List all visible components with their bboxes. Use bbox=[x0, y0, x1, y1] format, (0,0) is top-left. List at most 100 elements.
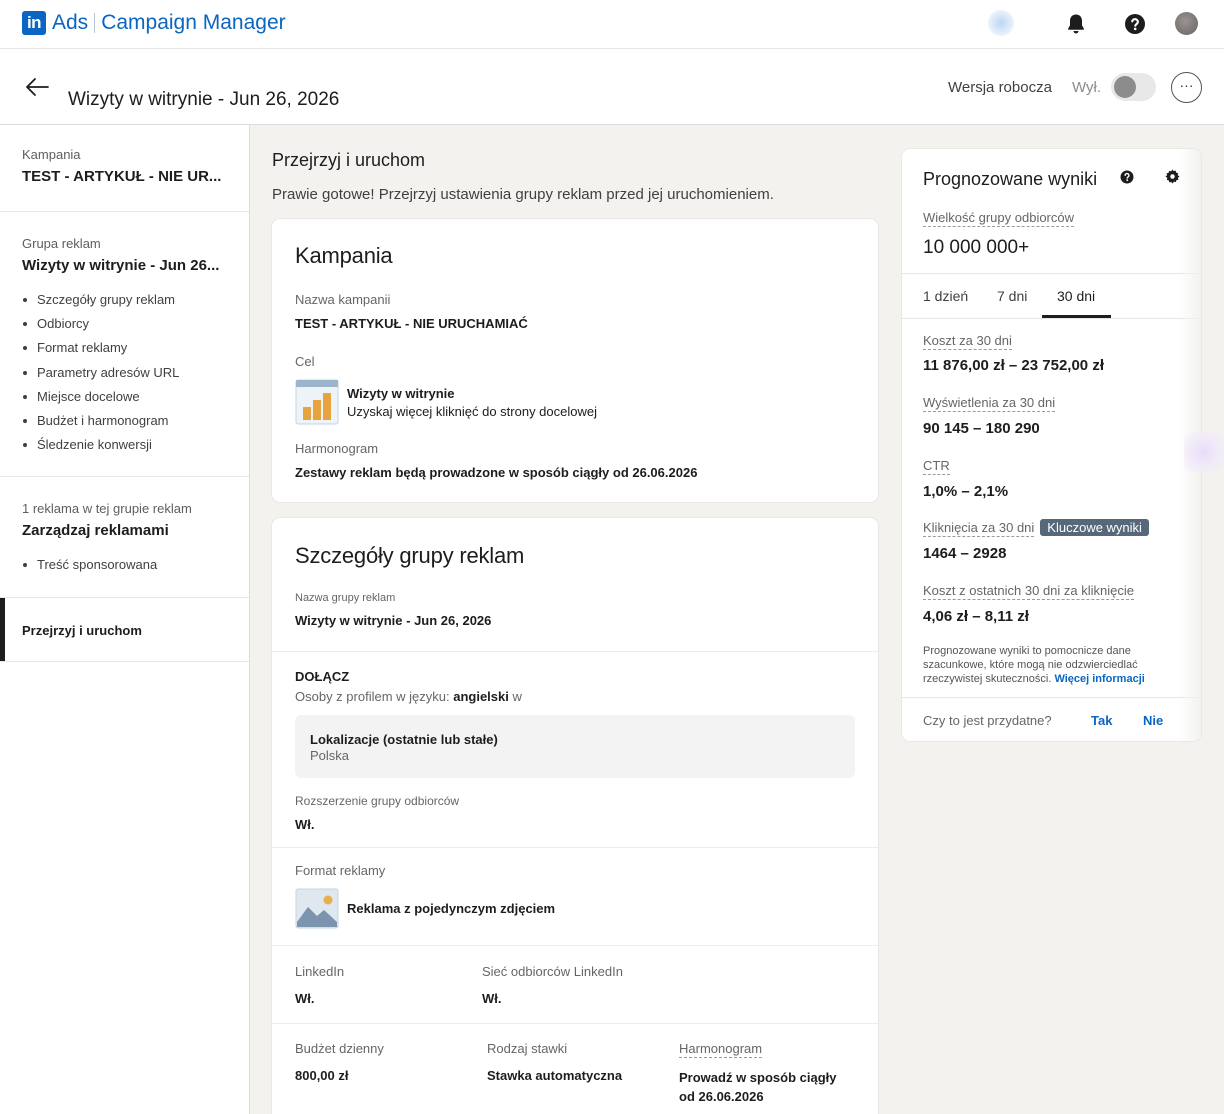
group-schedule-value-line1: Prowadź w sposób ciągły bbox=[679, 1070, 837, 1085]
clicks-value: 1464 – 2928 bbox=[923, 545, 1007, 562]
info-icon[interactable] bbox=[1120, 170, 1134, 184]
single-image-icon bbox=[295, 888, 339, 929]
ctr-value: 1,0% – 2,1% bbox=[923, 483, 1009, 500]
sidebar-ads-list: Treść sponsorowana bbox=[22, 553, 227, 577]
tab-7-days[interactable]: 7 dni bbox=[997, 288, 1027, 304]
sidebar-campaign[interactable]: Kampania TEST - ARTYKUŁ - NIE UR... bbox=[0, 125, 249, 212]
toggle-knob bbox=[1114, 76, 1136, 98]
back-arrow-icon[interactable] bbox=[24, 76, 50, 98]
floating-assistant-button[interactable] bbox=[1184, 432, 1224, 472]
sidebar: Kampania TEST - ARTYKUŁ - NIE UR... Grup… bbox=[0, 125, 250, 1114]
tab-30-days[interactable]: 30 dni bbox=[1057, 288, 1095, 304]
website-visits-icon bbox=[295, 379, 339, 425]
help-icon[interactable] bbox=[1123, 12, 1147, 36]
sidebar-group-label: Grupa reklam bbox=[22, 236, 101, 251]
daily-budget-value: 800,00 zł bbox=[295, 1068, 349, 1083]
ad-format-label: Format reklamy bbox=[295, 863, 386, 878]
more-info-link[interactable]: Więcej informacji bbox=[1054, 673, 1144, 685]
campaign-name-value: TEST - ARTYKUŁ - NIE URUCHAMIAĆ bbox=[295, 316, 528, 331]
audience-size-label-text: Wielkość grupy odbiorców bbox=[923, 210, 1075, 227]
daily-budget-label: Budżet dzienny bbox=[295, 1041, 384, 1056]
forecast-panel: Prognozowane wyniki Wielkość grupy odbio… bbox=[902, 149, 1201, 741]
linkedin-label: LinkedIn bbox=[295, 964, 345, 979]
divider bbox=[272, 945, 878, 946]
cpc-label-text: Koszt z ostatnich 30 dni za kliknięcie bbox=[923, 583, 1134, 600]
helpful-yes-button[interactable]: Tak bbox=[1091, 713, 1112, 728]
ad-group-card: Szczegóły grupy reklam Nazwa grupy rekla… bbox=[272, 518, 878, 1114]
status-toggle[interactable] bbox=[1111, 73, 1156, 101]
divider bbox=[272, 1023, 878, 1024]
goal-description: Uzyskaj więcej kliknięć do strony docelo… bbox=[347, 404, 597, 419]
toggle-label: Wył. bbox=[1072, 79, 1102, 96]
location-value: Polska bbox=[310, 748, 350, 763]
page-header: Wizyty w witrynie - Jun 26, 2026 Wersja … bbox=[0, 49, 1224, 125]
tab-1-day[interactable]: 1 dzień bbox=[923, 288, 968, 304]
clicks-label-text: Kliknięcia za 30 dni bbox=[923, 520, 1035, 537]
more-options-button[interactable]: ··· bbox=[1171, 72, 1202, 103]
cost-value: 11 876,00 zł – 23 752,00 zł bbox=[923, 357, 1104, 374]
goal-label: Cel bbox=[295, 354, 315, 369]
forecast-disclaimer: Prognozowane wyniki to pomocnicze dane s… bbox=[923, 644, 1173, 686]
audience-expansion-value: Wł. bbox=[295, 817, 315, 832]
clicks-label[interactable]: Kliknięcia za 30 dni Kluczowe wyniki bbox=[923, 519, 1149, 537]
helpful-question: Czy to jest przydatne? bbox=[923, 713, 1052, 728]
account-switcher[interactable] bbox=[988, 10, 1014, 36]
sidebar-item-review[interactable]: Przejrzyj i uruchom bbox=[0, 597, 249, 662]
settings-gear-icon[interactable] bbox=[1165, 169, 1180, 184]
key-results-badge: Kluczowe wyniki bbox=[1040, 519, 1149, 536]
brand-separator bbox=[94, 13, 96, 33]
brand-app-name: Campaign Manager bbox=[101, 11, 286, 34]
ad-format-value: Reklama z pojedynczym zdjęciem bbox=[347, 901, 556, 916]
sidebar-item-budget[interactable]: Budżet i harmonogram bbox=[22, 409, 227, 433]
section-subtitle: Prawie gotowe! Przejrzyj ustawienia grup… bbox=[272, 186, 774, 203]
language-suffix: w bbox=[508, 689, 522, 704]
divider bbox=[272, 847, 878, 848]
campaign-name-label: Nazwa kampanii bbox=[295, 292, 391, 307]
sidebar-item-ad-format[interactable]: Format reklamy bbox=[22, 336, 227, 360]
cost-label[interactable]: Koszt za 30 dni bbox=[923, 333, 1012, 350]
ad-group-card-heading: Szczegóły grupy reklam bbox=[295, 543, 525, 568]
sidebar-item-details[interactable]: Szczegóły grupy reklam bbox=[22, 288, 227, 312]
group-schedule-label[interactable]: Harmonogram bbox=[679, 1041, 763, 1058]
sidebar-ads-label: 1 reklama w tej grupie reklam bbox=[22, 501, 192, 517]
language-criteria: Osoby z profilem w języku: angielski w bbox=[295, 689, 522, 704]
brand-ads-label: Ads bbox=[52, 11, 89, 34]
schedule-label: Harmonogram bbox=[295, 441, 379, 456]
avatar[interactable] bbox=[1175, 12, 1198, 35]
brand[interactable]: in Ads Campaign Manager bbox=[22, 11, 286, 35]
audience-size-value: 10 000 000+ bbox=[923, 237, 1030, 258]
helpful-no-button[interactable]: Nie bbox=[1143, 713, 1163, 728]
sidebar-campaign-label: Kampania bbox=[22, 147, 81, 162]
goal-title: Wizyty w witrynie bbox=[347, 386, 455, 401]
cpc-value: 4,06 zł – 8,11 zł bbox=[923, 608, 1029, 625]
cpc-label[interactable]: Koszt z ostatnich 30 dni za kliknięcie bbox=[923, 583, 1134, 600]
sidebar-manage-ads[interactable]: Zarządzaj reklamami bbox=[22, 522, 227, 539]
forecast-title: Prognozowane wyniki bbox=[923, 169, 1098, 189]
bid-type-value: Stawka automatyczna bbox=[487, 1068, 623, 1083]
ctr-label-text: CTR bbox=[923, 458, 950, 475]
location-box: Lokalizacje (ostatnie lub stałe) Polska bbox=[295, 715, 855, 778]
audience-network-value: Wł. bbox=[482, 991, 502, 1006]
sidebar-campaign-name: TEST - ARTYKUŁ - NIE UR... bbox=[22, 168, 222, 185]
sidebar-item-placement[interactable]: Miejsce docelowe bbox=[22, 385, 227, 409]
sidebar-item-sponsored-content[interactable]: Treść sponsorowana bbox=[22, 553, 227, 577]
ctr-label[interactable]: CTR bbox=[923, 458, 950, 475]
bell-icon[interactable] bbox=[1064, 12, 1088, 36]
ad-group-name-label: Nazwa grupy reklam bbox=[295, 592, 396, 604]
language-prefix: Osoby z profilem w języku: bbox=[295, 689, 454, 704]
group-schedule-value: Prowadź w sposób ciągły od 26.06.2026 bbox=[679, 1068, 836, 1106]
sidebar-item-audience[interactable]: Odbiorcy bbox=[22, 312, 227, 336]
impressions-label[interactable]: Wyświetlenia za 30 dni bbox=[923, 395, 1056, 412]
bid-type-label: Rodzaj stawki bbox=[487, 1041, 568, 1056]
sidebar-ads: 1 reklama w tej grupie reklam Zarządzaj … bbox=[0, 477, 249, 598]
sidebar-item-conversions[interactable]: Śledzenie konwersji bbox=[22, 433, 227, 457]
divider bbox=[272, 651, 878, 652]
linkedin-value: Wł. bbox=[295, 991, 315, 1006]
sidebar-group-name[interactable]: Wizyty w witrynie - Jun 26... bbox=[22, 257, 227, 274]
page-title: Wizyty w witrynie - Jun 26, 2026 bbox=[68, 89, 340, 110]
ad-group-name-value: Wizyty w witrynie - Jun 26, 2026 bbox=[295, 613, 492, 628]
sidebar-item-url-params[interactable]: Parametry adresów URL bbox=[22, 361, 227, 385]
cost-label-text: Koszt za 30 dni bbox=[923, 333, 1012, 350]
top-nav: in Ads Campaign Manager bbox=[0, 0, 1224, 49]
audience-size-label[interactable]: Wielkość grupy odbiorców bbox=[923, 210, 1075, 227]
